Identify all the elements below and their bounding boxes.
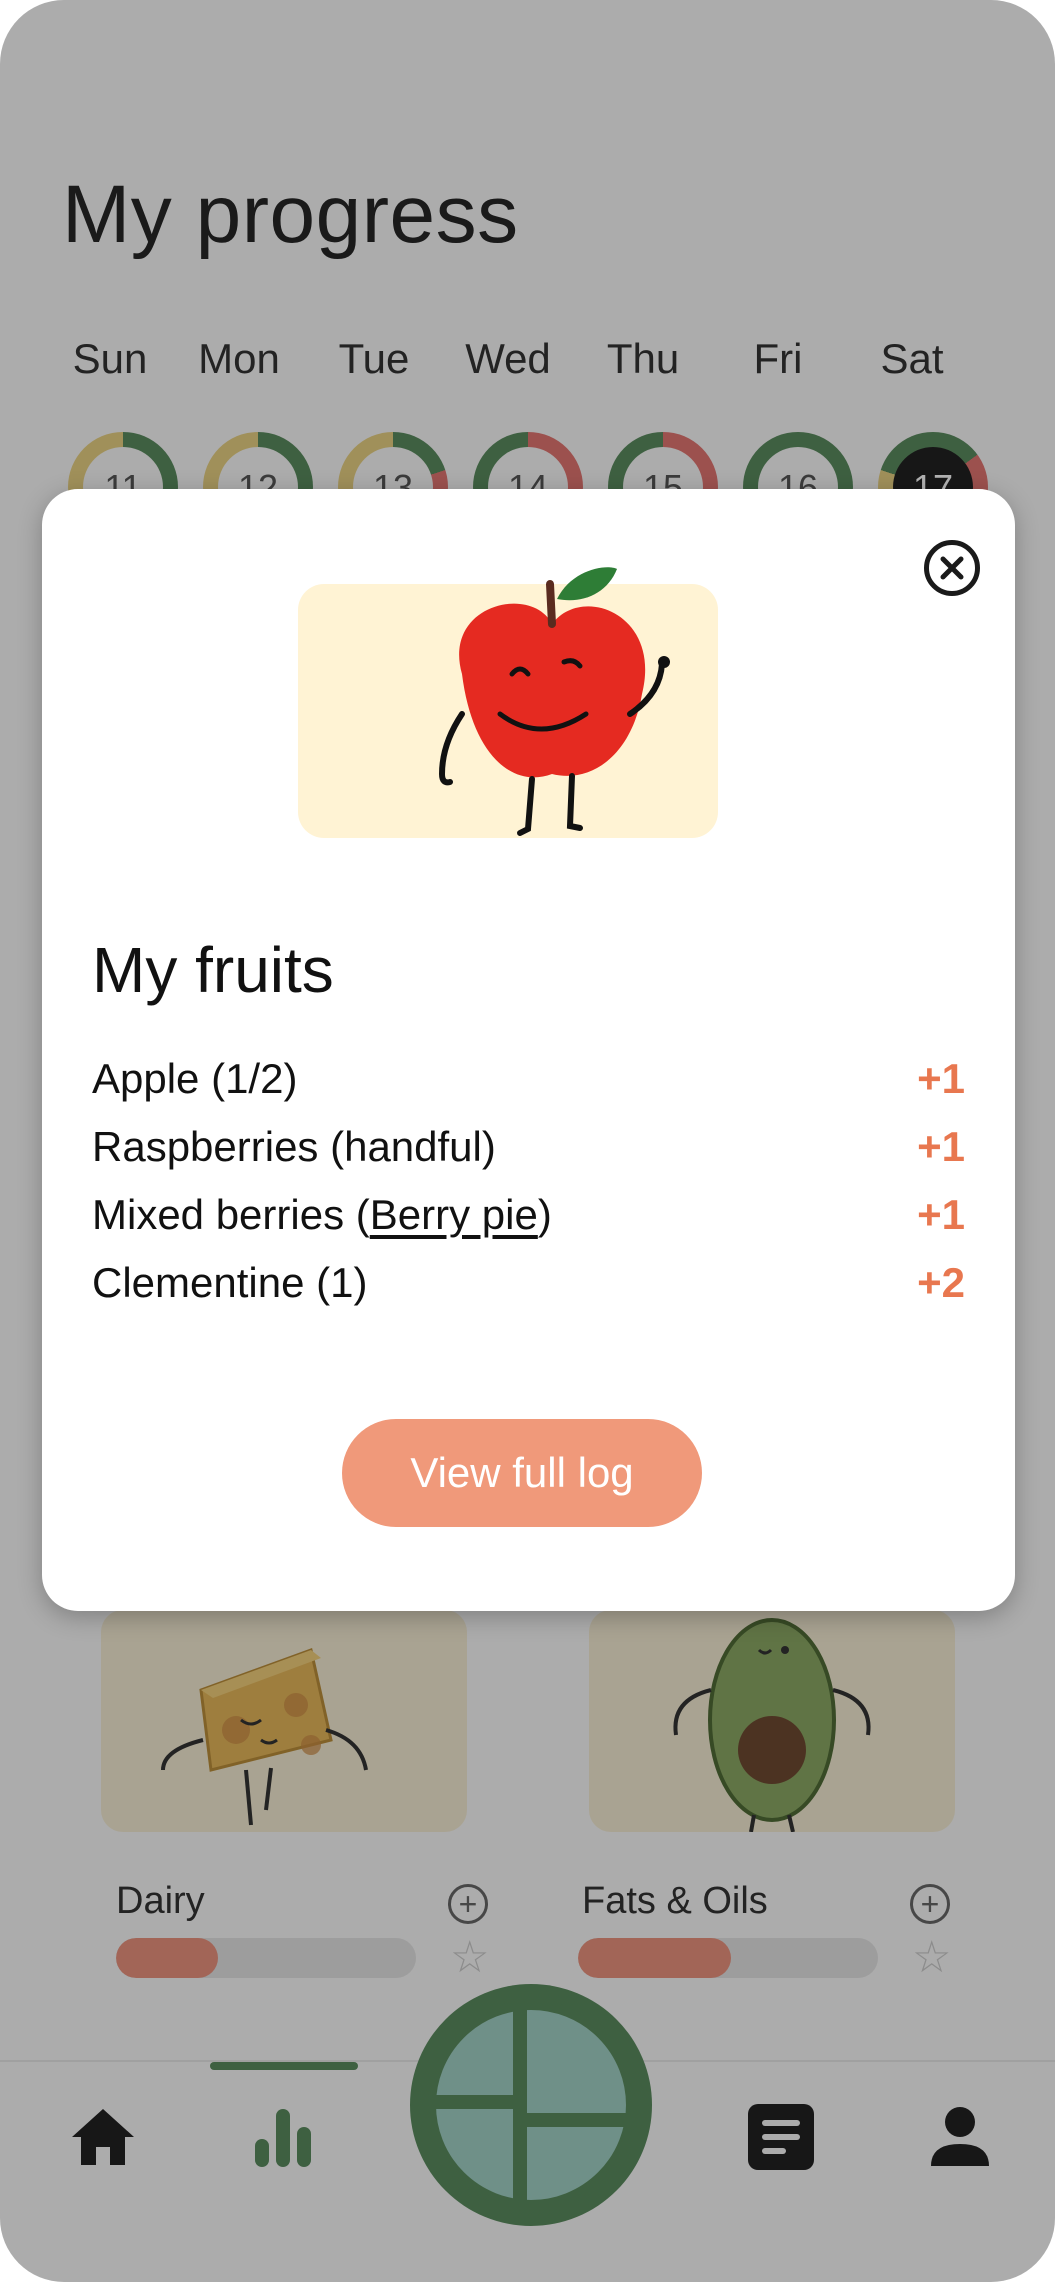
fruits-modal: My fruits Apple (1/2) +1 Raspberries (ha… [42,489,1015,1611]
close-button[interactable] [924,540,980,596]
fruit-row: Raspberries (handful) +1 [92,1123,965,1191]
fruit-name: Mixed berries (Berry pie) [92,1191,552,1239]
fruit-points: +2 [917,1259,965,1306]
modal-title: My fruits [92,934,334,1006]
phone-screen: My progress Sun Mon Tue Wed Thu Fri Sat … [0,0,1055,2282]
fruit-name: Apple (1/2) [92,1055,298,1102]
close-icon [940,556,964,580]
fruit-name: Clementine (1) [92,1259,368,1306]
fruit-row: Mixed berries (Berry pie) +1 [92,1191,965,1259]
fruit-name-suffix: ) [537,1191,552,1238]
fruit-points: +1 [917,1123,965,1170]
fruit-points: +1 [917,1055,965,1102]
view-full-log-button[interactable]: View full log [342,1419,702,1527]
apple-character-illustration [438,567,670,836]
fruit-points: +1 [917,1191,965,1238]
fruit-row: Apple (1/2) +1 [92,1055,965,1123]
fruit-row: Clementine (1) +2 [92,1259,965,1327]
fruit-name: Raspberries (handful) [92,1123,496,1170]
recipe-link-berry-pie[interactable]: Berry pie [370,1191,538,1238]
fruit-list: Apple (1/2) +1 Raspberries (handful) +1 … [92,1055,965,1327]
fruit-name-prefix: Mixed berries ( [92,1191,370,1238]
